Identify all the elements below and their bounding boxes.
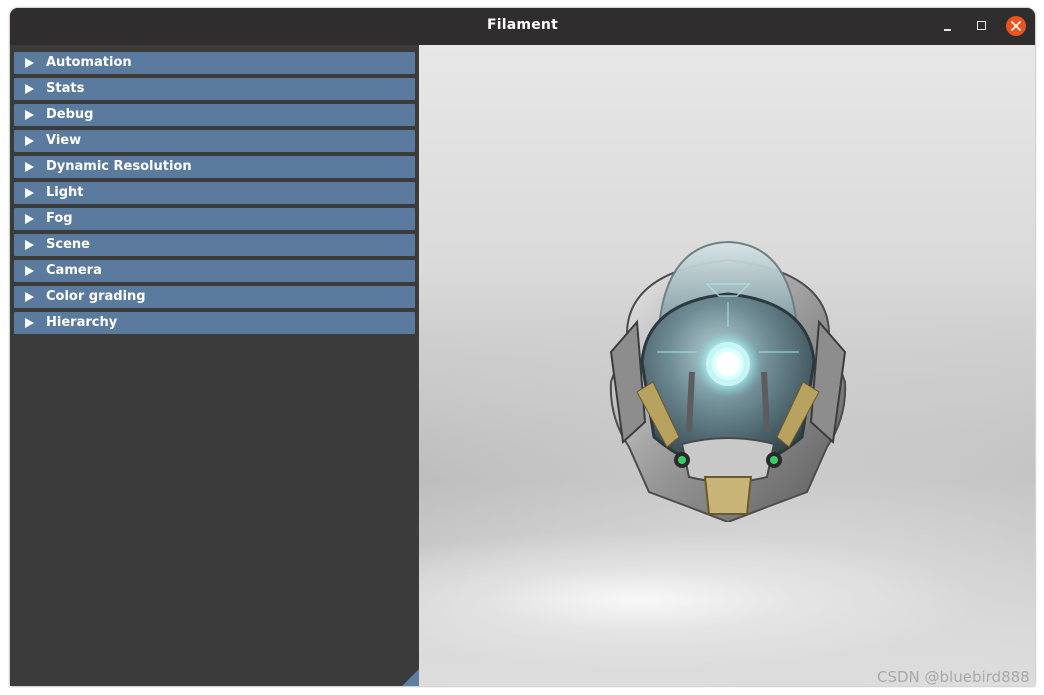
section-header-camera[interactable]: Camera bbox=[14, 260, 415, 282]
watermark-text: CSDN @bluebird888 bbox=[877, 668, 1030, 686]
section-header-debug[interactable]: Debug bbox=[14, 104, 415, 126]
section-label: Automation bbox=[46, 55, 132, 70]
section-label: Light bbox=[46, 185, 84, 200]
expand-arrow-icon bbox=[25, 84, 34, 94]
render-viewport[interactable] bbox=[419, 45, 1035, 686]
maximize-button[interactable] bbox=[972, 16, 992, 36]
title-bar[interactable]: Filament bbox=[10, 8, 1035, 45]
expand-arrow-icon bbox=[25, 318, 34, 328]
section-label: Camera bbox=[46, 263, 102, 278]
expand-arrow-icon bbox=[25, 58, 34, 68]
expand-arrow-icon bbox=[25, 110, 34, 120]
helmet-model bbox=[609, 240, 847, 522]
expand-arrow-icon bbox=[25, 136, 34, 146]
window-title: Filament bbox=[487, 17, 558, 33]
section-header-dynamic-resolution[interactable]: Dynamic Resolution bbox=[14, 156, 415, 178]
section-header-automation[interactable]: Automation bbox=[14, 52, 415, 74]
section-label: Debug bbox=[46, 107, 94, 122]
section-label: Stats bbox=[46, 81, 85, 96]
expand-arrow-icon bbox=[25, 266, 34, 276]
settings-panel: Automation Stats Debug View Dynamic Reso… bbox=[10, 45, 419, 686]
close-icon bbox=[1011, 21, 1021, 31]
close-button[interactable] bbox=[1006, 16, 1026, 36]
section-header-stats[interactable]: Stats bbox=[14, 78, 415, 100]
section-header-hierarchy[interactable]: Hierarchy bbox=[14, 312, 415, 334]
app-window: Filament Automation Stats Debug View Dyn bbox=[10, 8, 1035, 686]
section-label: Fog bbox=[46, 211, 73, 226]
minimize-button[interactable] bbox=[938, 16, 958, 36]
expand-arrow-icon bbox=[25, 292, 34, 302]
section-label: Color grading bbox=[46, 289, 146, 304]
expand-arrow-icon bbox=[25, 188, 34, 198]
section-label: Dynamic Resolution bbox=[46, 159, 192, 174]
section-header-view[interactable]: View bbox=[14, 130, 415, 152]
section-header-color-grading[interactable]: Color grading bbox=[14, 286, 415, 308]
section-label: Hierarchy bbox=[46, 315, 118, 330]
section-header-fog[interactable]: Fog bbox=[14, 208, 415, 230]
section-label: View bbox=[46, 133, 82, 148]
section-label: Scene bbox=[46, 237, 90, 252]
expand-arrow-icon bbox=[25, 162, 34, 172]
resize-grip[interactable] bbox=[402, 669, 419, 686]
expand-arrow-icon bbox=[25, 240, 34, 250]
section-header-light[interactable]: Light bbox=[14, 182, 415, 204]
section-header-scene[interactable]: Scene bbox=[14, 234, 415, 256]
expand-arrow-icon bbox=[25, 214, 34, 224]
